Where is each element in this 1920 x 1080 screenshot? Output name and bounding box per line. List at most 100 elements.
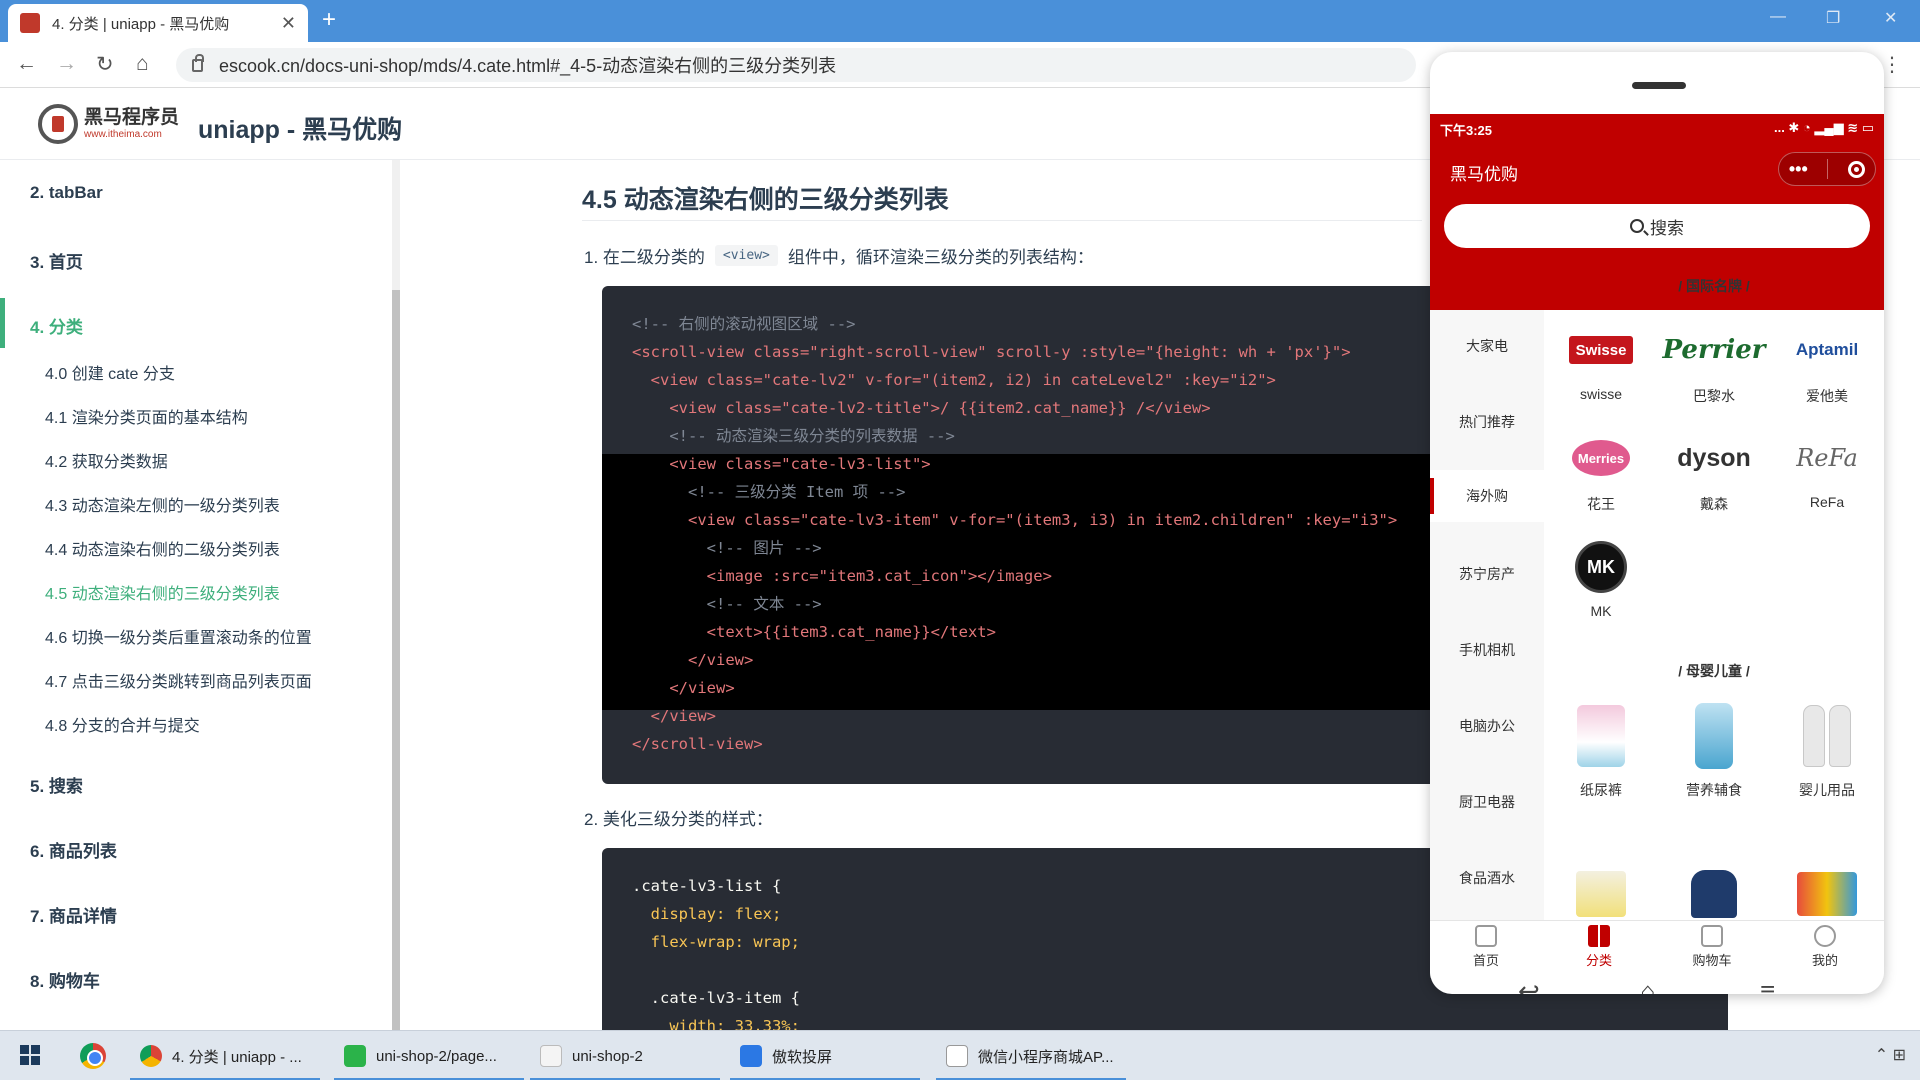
sidebar-item-goods-detail[interactable]: 7. 商品详情	[30, 902, 117, 927]
lv3-item[interactable]: Swisse swisse	[1546, 322, 1656, 402]
left-nav-item[interactable]: 大家电	[1430, 336, 1544, 356]
sidebar-item-search[interactable]: 5. 搜索	[30, 772, 83, 797]
code-line: </view>	[632, 707, 716, 725]
left-nav-item[interactable]: 手机相机	[1430, 640, 1544, 660]
sidebar-item-cart[interactable]: 8. 购物车	[30, 967, 100, 992]
taskbar-app-label: 微信小程序商城AP...	[978, 1048, 1114, 1066]
sidebar-scrollbar[interactable]	[392, 160, 400, 1030]
car-seat-image	[1691, 870, 1737, 918]
sidebar-subitem[interactable]: 4.8 分支的合并与提交	[45, 712, 200, 736]
sidebar-item-home[interactable]: 3. 首页	[30, 248, 83, 273]
sidebar-subitem[interactable]: 4.0 创建 cate 分支	[45, 360, 175, 384]
phone-notch	[1632, 82, 1686, 89]
sidebar-subitem[interactable]: 4.4 动态渲染右侧的二级分类列表	[45, 536, 280, 560]
taskbar-app-hbuilder[interactable]: uni-shop-2/page...	[334, 1031, 524, 1080]
reload-icon[interactable]: ↻	[96, 52, 114, 77]
lv3-item[interactable]	[1546, 866, 1656, 918]
browser-tab[interactable]: 4. 分类 | uniapp - 黑马优购 ✕	[8, 4, 308, 42]
taskbar-app-label: 傲软投屏	[772, 1048, 833, 1066]
left-nav-item[interactable]: 电脑办公	[1430, 716, 1544, 736]
taskbar-app-browser[interactable]: 4. 分类 | uniapp - ...	[130, 1031, 320, 1080]
phone-back-icon[interactable]: ↩	[1518, 976, 1540, 994]
close-target-icon[interactable]	[1848, 160, 1866, 178]
inline-code: <view>	[714, 245, 778, 266]
perrier-logo: Perrier	[1662, 335, 1766, 365]
sidebar-subitem-active[interactable]: 4.5 动态渲染右侧的三级分类列表	[45, 580, 280, 604]
left-nav-item[interactable]: 厨卫电器	[1430, 792, 1544, 812]
mini-program-capsule[interactable]: •••	[1778, 152, 1876, 186]
left-nav-item[interactable]: 食品酒水	[1430, 868, 1544, 888]
more-icon[interactable]: •••	[1789, 159, 1808, 180]
tab-favicon	[20, 13, 40, 33]
taskbar-app-apowermirror[interactable]: 傲软投屏	[730, 1031, 920, 1080]
hbuilder-icon	[344, 1045, 366, 1067]
lv3-item[interactable]: Aptamil 爱他美	[1772, 322, 1882, 406]
code-line: <view class="cate-lv2-title">/ {{item2.c…	[632, 399, 1211, 417]
logo-icon	[38, 104, 78, 144]
lv3-label: ReFa	[1809, 494, 1845, 510]
lv3-item[interactable]: dyson 戴森	[1659, 430, 1769, 514]
tab-cart[interactable]: 购物车	[1672, 925, 1752, 969]
typora-icon	[946, 1045, 968, 1067]
code-line: <view class="cate-lv3-item" v-for="(item…	[632, 511, 1398, 529]
lv3-item[interactable]: Perrier 巴黎水	[1659, 322, 1769, 406]
formula-image	[1695, 703, 1733, 769]
lv3-item[interactable]: 纸尿裤	[1546, 700, 1656, 800]
sidebar-subitem[interactable]: 4.3 动态渲染左侧的一级分类列表	[45, 492, 280, 516]
taskbar-app-wechat-devtools[interactable]: uni-shop-2	[530, 1031, 720, 1080]
sidebar-item-tabbar[interactable]: 2. tabBar	[30, 183, 103, 203]
sidebar-subitem[interactable]: 4.7 点击三级分类跳转到商品列表页面	[45, 668, 312, 692]
tab-label: 我的	[1811, 953, 1838, 968]
lv3-item[interactable]: MK MK	[1546, 539, 1656, 619]
url-bar[interactable]: escook.cn/docs-uni-shop/mds/4.cate.html#…	[176, 48, 1416, 82]
lv3-item[interactable]	[1772, 866, 1882, 918]
category-left-nav	[1430, 310, 1544, 920]
lv3-item[interactable]: 营养辅食	[1659, 700, 1769, 800]
sidebar-active-indicator	[0, 298, 5, 348]
search-box[interactable]: 搜索	[1444, 204, 1870, 248]
tab-close-icon[interactable]: ✕	[281, 13, 296, 34]
new-tab-button[interactable]: +	[322, 6, 336, 34]
browser-menu-icon[interactable]: ⋮	[1882, 52, 1902, 77]
window-close-icon[interactable]: ✕	[1884, 8, 1897, 28]
lv3-item[interactable]: ReFa ReFa	[1772, 430, 1882, 510]
phone-home-icon[interactable]: ⌂	[1640, 976, 1656, 994]
tab-home[interactable]: 首页	[1446, 925, 1526, 969]
windows-start-icon[interactable]	[20, 1045, 40, 1065]
site-logo[interactable]: 黑马程序员 www.itheima.com	[38, 104, 179, 144]
search-icon	[1630, 219, 1644, 233]
lv3-item[interactable]: 婴儿用品	[1772, 700, 1882, 800]
capsule-divider	[1827, 159, 1829, 179]
home-icon[interactable]: ⌂	[136, 52, 149, 76]
sidebar-item-category[interactable]: 4. 分类	[30, 313, 83, 338]
lv3-item[interactable]: Merries 花王	[1546, 430, 1656, 514]
restore-icon[interactable]: ❐	[1826, 8, 1840, 28]
bottle-image	[1803, 705, 1825, 767]
sidebar-subitem[interactable]: 4.6 切换一级分类后重置滚动条的位置	[45, 624, 312, 648]
sidebar-subitem[interactable]: 4.2 获取分类数据	[45, 448, 168, 472]
section-heading: 4.5 动态渲染右侧的三级分类列表	[582, 186, 949, 214]
swisse-logo: Swisse	[1569, 336, 1633, 364]
url-text: escook.cn/docs-uni-shop/mds/4.cate.html#…	[219, 56, 837, 76]
taskbar-app-typora[interactable]: 微信小程序商城AP...	[936, 1031, 1126, 1080]
sidebar-item-goods-list[interactable]: 6. 商品列表	[30, 837, 117, 862]
tab-my[interactable]: 我的	[1785, 925, 1865, 969]
site-title[interactable]: uniapp - 黑马优购	[198, 110, 402, 146]
code-line: display: flex;	[632, 905, 782, 923]
chrome-icon[interactable]	[80, 1043, 106, 1069]
step-1-prefix: 1. 在二级分类的	[584, 248, 705, 267]
minimize-icon[interactable]: —	[1770, 8, 1786, 26]
left-nav-item[interactable]: 苏宁房产	[1430, 564, 1544, 584]
phone-menu-icon[interactable]: ≡	[1760, 976, 1775, 994]
left-nav-item[interactable]: 热门推荐	[1430, 412, 1544, 432]
back-icon[interactable]: ←	[16, 52, 37, 76]
sidebar-subitem[interactable]: 4.1 渲染分类页面的基本结构	[45, 404, 248, 428]
lv3-item[interactable]	[1659, 866, 1769, 918]
tab-category[interactable]: 分类	[1559, 925, 1639, 969]
diaper-image	[1577, 705, 1625, 767]
left-nav-item-active[interactable]: 海外购	[1430, 470, 1544, 522]
phone-system-nav: ↩ ⌂ ≡	[1430, 976, 1884, 994]
forward-icon[interactable]: →	[56, 52, 77, 76]
taskbar: 4. 分类 | uniapp - ... uni-shop-2/page... …	[0, 1030, 1920, 1080]
system-tray-icons[interactable]: ⌃ ⊞	[1875, 1045, 1906, 1065]
